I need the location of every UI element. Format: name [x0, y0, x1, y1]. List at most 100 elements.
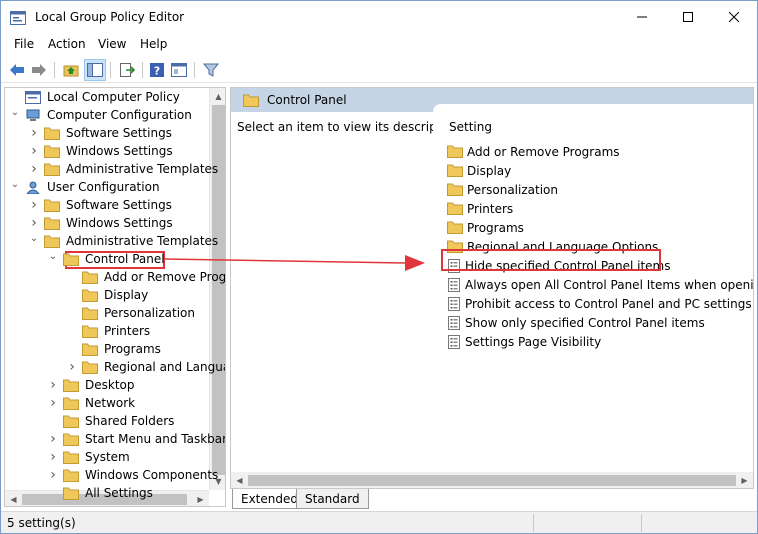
- folder-icon: [447, 202, 463, 215]
- tab-standard[interactable]: Standard: [296, 489, 369, 509]
- export-list-icon: [120, 63, 135, 77]
- tree-item[interactable]: › Start Menu and Taskbar: [47, 430, 225, 448]
- menu-view[interactable]: View: [98, 37, 126, 51]
- scroll-up-icon[interactable]: ▲: [210, 88, 225, 105]
- tree-item[interactable]: ⌄ Control Panel: [47, 250, 167, 268]
- status-bar: 5 setting(s): [1, 511, 757, 533]
- tree-item[interactable]: Personalization: [66, 304, 197, 322]
- chevron-down-icon[interactable]: ⌄: [9, 179, 21, 190]
- setting-policy-item[interactable]: Settings Page Visibility: [447, 332, 601, 351]
- chevron-right-icon[interactable]: ›: [66, 359, 78, 375]
- chevron-right-icon[interactable]: ›: [28, 197, 40, 213]
- tree-item[interactable]: › Windows Settings: [28, 214, 175, 232]
- toolbar-separator: [54, 62, 55, 78]
- settings-list: Setting Add or Remove Programs Display Per…: [433, 104, 754, 488]
- forward-button[interactable]: [28, 59, 50, 81]
- details-horizontal-scrollbar[interactable]: ◀ ▶: [231, 472, 753, 488]
- folder-icon: [44, 217, 60, 230]
- tree-item[interactable]: Printers: [66, 322, 152, 340]
- tree-item[interactable]: › Windows Components: [47, 466, 220, 484]
- setting-folder-label: Add or Remove Programs: [467, 144, 620, 159]
- tree-item[interactable]: ⌄ Administrative Templates: [28, 232, 220, 250]
- tree-item-label: Software Settings: [66, 126, 172, 140]
- setting-policy-label: Show only specified Control Panel items: [465, 315, 705, 330]
- chevron-right-icon[interactable]: ›: [47, 377, 59, 393]
- details-horizontal-scroll-thumb[interactable]: [248, 475, 736, 486]
- scroll-right-icon[interactable]: ▶: [736, 472, 753, 488]
- tree-item-label: System: [85, 450, 130, 464]
- folder-icon: [63, 415, 79, 428]
- tree-item-label: Administrative Templates: [66, 234, 219, 248]
- folder-icon: [63, 253, 79, 266]
- chevron-right-icon[interactable]: ›: [28, 215, 40, 231]
- setting-folder-item[interactable]: Programs: [447, 218, 524, 237]
- minimize-icon: [637, 16, 647, 18]
- tree-item[interactable]: › Windows Settings: [28, 142, 175, 160]
- chevron-right-icon[interactable]: ›: [47, 431, 59, 447]
- highlighted-setting-box: [441, 249, 661, 271]
- show-hide-tree-button[interactable]: [84, 59, 106, 81]
- chevron-down-icon[interactable]: ⌄: [47, 251, 59, 262]
- folder-icon: [447, 164, 463, 177]
- tree-item[interactable]: › Regional and Language Options: [66, 358, 225, 376]
- help-icon: ?: [150, 63, 164, 78]
- chevron-right-icon[interactable]: ›: [47, 467, 59, 483]
- setting-folder-label: Programs: [467, 220, 524, 235]
- tree-item[interactable]: All Settings: [47, 484, 155, 502]
- export-list-button[interactable]: [116, 59, 138, 81]
- folder-icon: [44, 145, 60, 158]
- tree-item[interactable]: Display: [66, 286, 150, 304]
- setting-column-header[interactable]: Setting: [449, 120, 492, 134]
- scroll-right-icon[interactable]: ▶: [192, 491, 209, 506]
- scroll-left-icon[interactable]: ◀: [5, 491, 22, 506]
- menu-action[interactable]: Action: [48, 37, 86, 51]
- tree-item[interactable]: › Desktop: [47, 376, 137, 394]
- filter-icon: [203, 63, 219, 77]
- up-folder-icon: [63, 65, 79, 77]
- help-button[interactable]: ?: [146, 59, 168, 81]
- tree-item[interactable]: › Software Settings: [28, 124, 174, 142]
- setting-policy-item[interactable]: Always open All Control Panel Items when…: [447, 275, 754, 294]
- chevron-down-icon[interactable]: ⌄: [28, 233, 40, 244]
- tree-item[interactable]: Local Computer Policy: [9, 88, 182, 106]
- tree-item[interactable]: ⌄ User Configuration: [9, 178, 162, 196]
- setting-folder-item[interactable]: Printers: [447, 199, 513, 218]
- filter-button[interactable]: [200, 59, 222, 81]
- tree-pane[interactable]: ▲ ▼ ◀ ▶ Local Computer Policy ⌄ Computer C…: [4, 87, 226, 507]
- chevron-right-icon[interactable]: ›: [47, 449, 59, 465]
- tree-item[interactable]: › Network: [47, 394, 137, 412]
- tree-item[interactable]: › Software Settings: [28, 196, 174, 214]
- tree-item[interactable]: Add or Remove Programs: [66, 268, 225, 286]
- details-title: Control Panel: [267, 93, 347, 107]
- tree-item[interactable]: › System: [47, 448, 132, 466]
- tree-item[interactable]: ⌄ Computer Configuration: [9, 106, 194, 124]
- chevron-right-icon[interactable]: ›: [47, 395, 59, 411]
- minimize-button[interactable]: [619, 1, 665, 33]
- menu-help[interactable]: Help: [140, 37, 167, 51]
- svg-text:?: ?: [154, 65, 160, 78]
- tree-item-label: Administrative Templates: [66, 162, 219, 176]
- back-button[interactable]: [6, 59, 28, 81]
- chevron-right-icon[interactable]: ›: [28, 161, 40, 177]
- setting-policy-label: Always open All Control Panel Items when…: [465, 277, 754, 292]
- menu-file[interactable]: File: [14, 37, 34, 51]
- folder-icon: [44, 127, 60, 140]
- setting-policy-item[interactable]: Prohibit access to Control Panel and PC …: [447, 294, 752, 313]
- scroll-left-icon[interactable]: ◀: [231, 472, 248, 488]
- tree-item[interactable]: › Administrative Templates: [28, 160, 220, 178]
- setting-folder-item[interactable]: Add or Remove Programs: [447, 142, 620, 161]
- close-button[interactable]: [711, 1, 757, 33]
- user-icon: [26, 181, 40, 194]
- tree-item[interactable]: Shared Folders: [47, 412, 176, 430]
- up-folder-button[interactable]: [60, 59, 82, 81]
- setting-folder-item[interactable]: Personalization: [447, 180, 558, 199]
- chevron-right-icon[interactable]: ›: [28, 125, 40, 141]
- chevron-down-icon[interactable]: ⌄: [9, 107, 21, 118]
- setting-policy-item[interactable]: Show only specified Control Panel items: [447, 313, 705, 332]
- properties-button[interactable]: [168, 59, 190, 81]
- setting-folder-item[interactable]: Display: [447, 161, 511, 180]
- chevron-right-icon[interactable]: ›: [28, 143, 40, 159]
- tree-item-label: Software Settings: [66, 198, 172, 212]
- tree-item[interactable]: Programs: [66, 340, 163, 358]
- maximize-button[interactable]: [665, 1, 711, 33]
